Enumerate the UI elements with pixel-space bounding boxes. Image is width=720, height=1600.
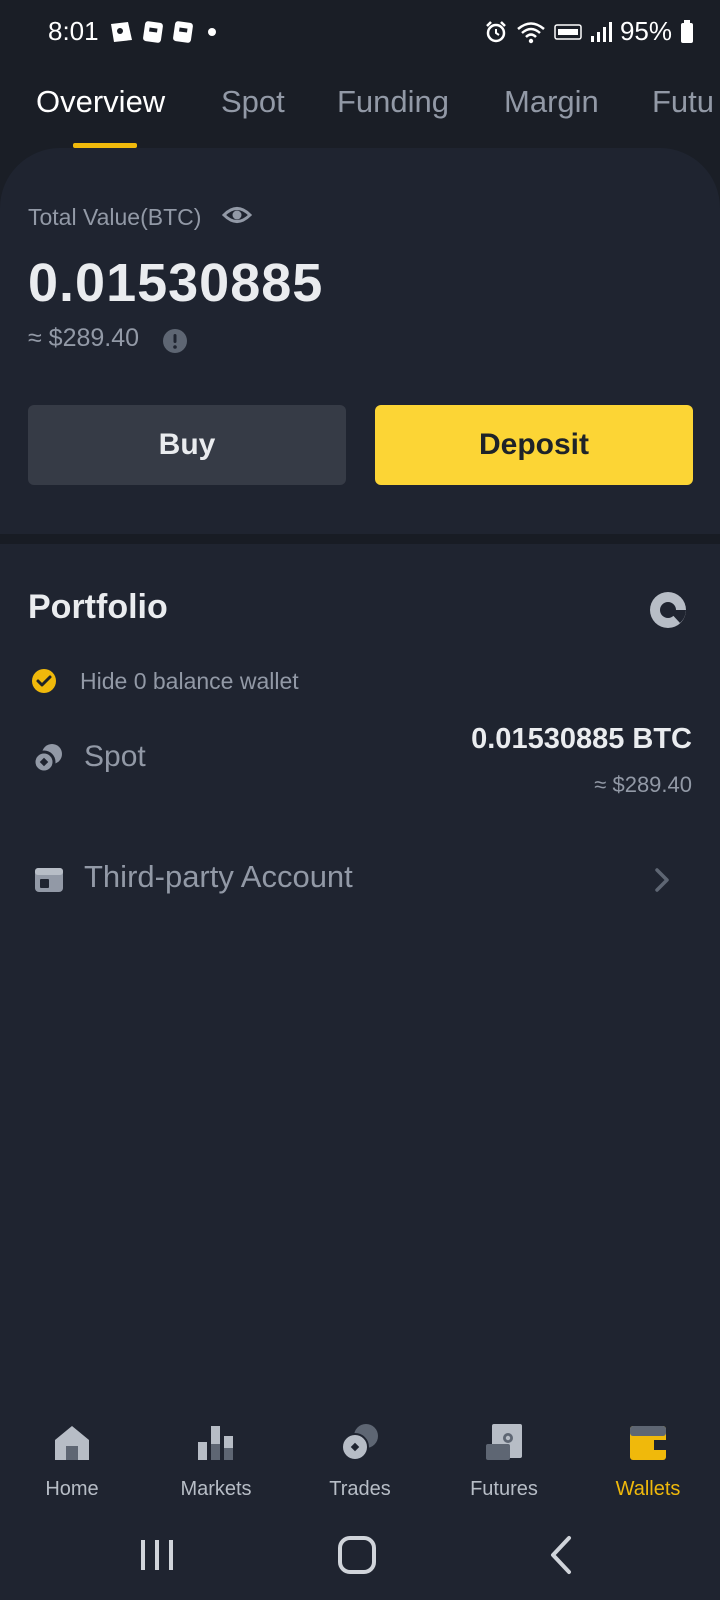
- section-divider: [0, 534, 720, 544]
- tab-spot[interactable]: Spot: [221, 84, 285, 120]
- nav-trades[interactable]: Trades: [288, 1400, 432, 1510]
- nav-trades-label: Trades: [329, 1478, 391, 1500]
- status-bar: 8:01 95%: [0, 0, 720, 64]
- volte-icon: [554, 23, 582, 40]
- tab-futures[interactable]: Futu: [652, 84, 714, 120]
- pie-chart-icon[interactable]: [648, 590, 688, 630]
- markets-icon: [198, 1426, 233, 1460]
- total-value-label: Total Value(BTC): [28, 204, 202, 230]
- nav-markets[interactable]: Markets: [144, 1400, 288, 1510]
- notification-icon: [111, 22, 132, 42]
- alarm-icon: [486, 20, 506, 42]
- total-value-btc: 0.01530885: [28, 253, 324, 313]
- battery-icon: [681, 19, 693, 43]
- spot-balance-usd: ≈ $289.40: [594, 772, 692, 797]
- total-value-usd: ≈ $289.40: [28, 324, 140, 352]
- tab-overview[interactable]: Overview: [36, 84, 165, 120]
- bottom-navigation: Home Markets Trades Futures Wallets: [0, 1400, 720, 1510]
- status-time: 8:01: [48, 16, 99, 46]
- futures-icon: [486, 1424, 522, 1460]
- spot-account-label: Spot: [84, 740, 146, 773]
- nav-wallets[interactable]: Wallets: [576, 1400, 720, 1510]
- portfolio-title: Portfolio: [28, 588, 168, 626]
- battery-percent: 95%: [619, 16, 672, 46]
- third-party-account-label: Third-party Account: [84, 859, 353, 894]
- spot-wallet-icon: [32, 744, 62, 774]
- nav-futures[interactable]: Futures: [432, 1400, 576, 1510]
- chevron-right-icon: [655, 868, 669, 892]
- notification-icons: [108, 20, 222, 44]
- dot-icon: [208, 28, 216, 36]
- home-icon: [55, 1426, 89, 1460]
- buy-button[interactable]: Buy: [28, 405, 346, 485]
- signal-icon: [590, 21, 612, 42]
- recent-apps-icon[interactable]: [132, 1530, 182, 1580]
- account-tabs: Overview Spot Funding Margin Futu: [0, 64, 720, 154]
- info-icon[interactable]: [162, 328, 188, 354]
- home-button-icon[interactable]: [333, 1530, 383, 1580]
- back-icon[interactable]: [537, 1530, 587, 1580]
- nav-home[interactable]: Home: [0, 1400, 144, 1510]
- notification-icon: [143, 21, 163, 43]
- nav-futures-label: Futures: [470, 1478, 538, 1500]
- wallets-icon: [630, 1426, 666, 1460]
- third-party-wallet-icon: [35, 868, 63, 892]
- hide-zero-balance-label[interactable]: Hide 0 balance wallet: [80, 668, 299, 695]
- notification-icon: [173, 21, 193, 43]
- spot-balance-btc: 0.01530885 BTC: [471, 723, 692, 755]
- trades-icon: [341, 1424, 378, 1461]
- nav-wallets-label: Wallets: [615, 1478, 681, 1500]
- deposit-button[interactable]: Deposit: [375, 405, 693, 485]
- active-tab-indicator: [73, 143, 137, 148]
- nav-markets-label: Markets: [180, 1478, 252, 1500]
- tab-margin[interactable]: Margin: [504, 84, 599, 120]
- eye-icon[interactable]: [222, 202, 252, 228]
- tab-funding[interactable]: Funding: [337, 84, 449, 120]
- system-navigation-bar: [0, 1510, 720, 1600]
- checkbox-checked-icon[interactable]: [31, 668, 57, 694]
- wifi-icon: [517, 21, 545, 43]
- status-right: 95%: [484, 16, 694, 47]
- nav-home-label: Home: [45, 1478, 99, 1500]
